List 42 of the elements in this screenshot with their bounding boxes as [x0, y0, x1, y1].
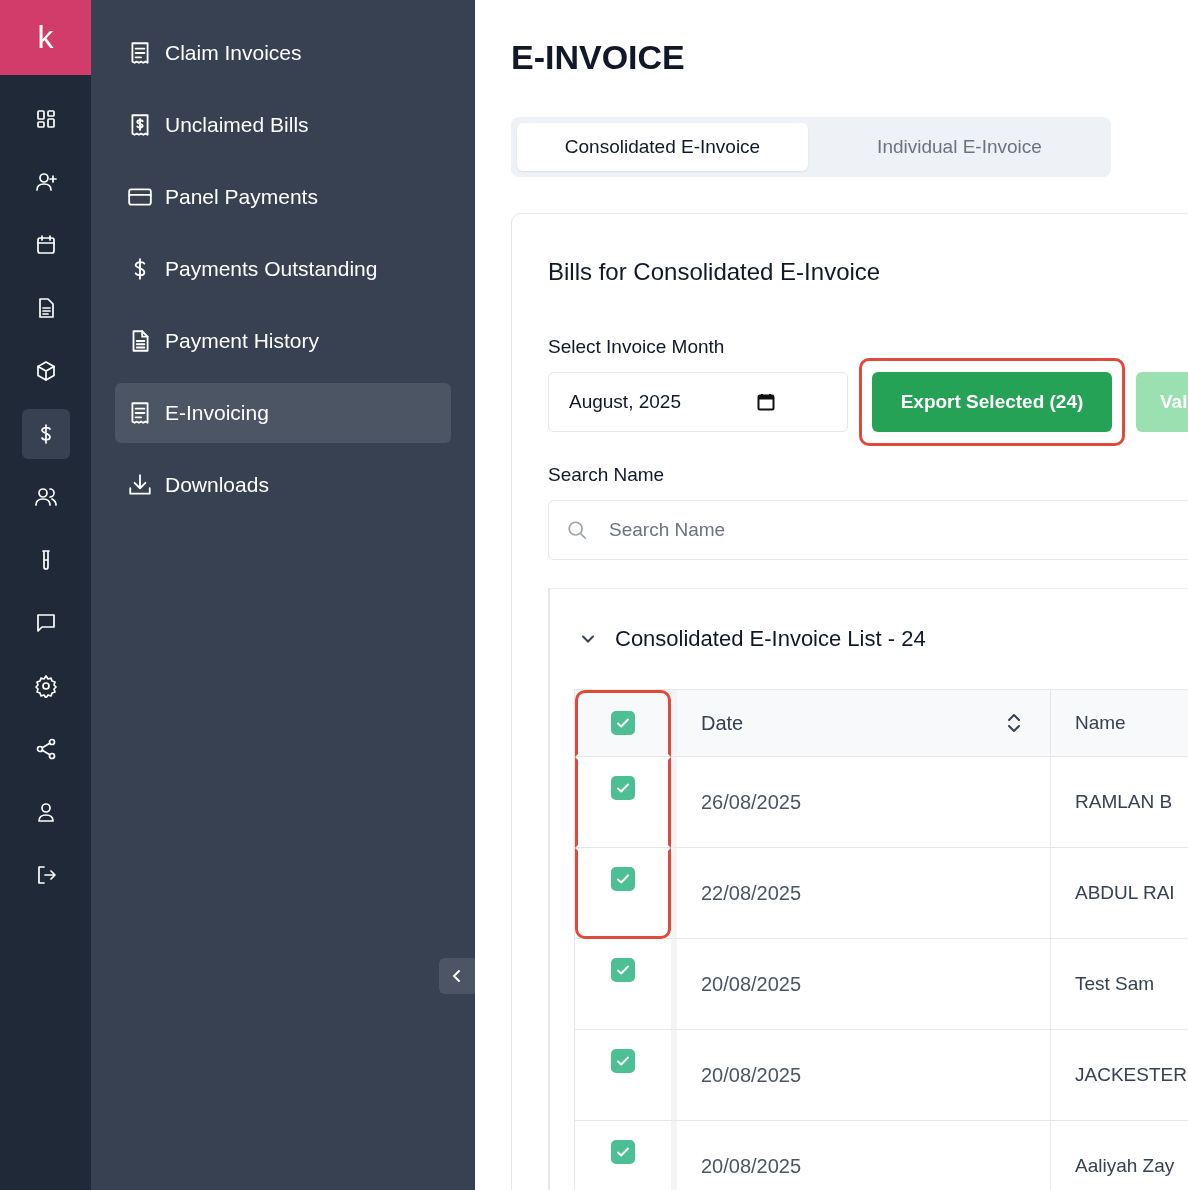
table-cell: 20/08/2025: [701, 972, 802, 996]
sidebar-item[interactable]: Payment History: [115, 311, 451, 371]
tab[interactable]: Consolidated E-Invoice: [517, 123, 808, 171]
page-title: E-INVOICE: [511, 38, 686, 78]
dollar-icon[interactable]: [21, 409, 70, 459]
row-checkbox[interactable]: [611, 776, 635, 800]
card-title: Bills for Consolidated E-Invoice: [548, 258, 882, 287]
row-checkbox[interactable]: [611, 1140, 635, 1164]
tab[interactable]: Individual E-Invoice: [814, 123, 1105, 171]
sidebar-item[interactable]: Downloads: [115, 455, 451, 515]
table-cell: 26/08/2025: [701, 790, 802, 814]
collapse-sidebar-button[interactable]: [439, 958, 475, 994]
sidebar-item[interactable]: Unclaimed Bills: [115, 95, 451, 155]
field-label: Search Name: [548, 464, 666, 486]
table-cell: RAMLAN B: [1075, 791, 1173, 813]
column-header: Date: [701, 711, 744, 735]
table-cell: 20/08/2025: [701, 1063, 802, 1087]
select-all-checkbox[interactable]: [611, 711, 635, 735]
sort-icon[interactable]: [1006, 712, 1022, 734]
table-cell: Aaliyah Zay: [1075, 1155, 1175, 1177]
sidebar-item[interactable]: Panel Payments: [115, 167, 451, 227]
table-cell: JACKESTER: [1075, 1064, 1187, 1086]
search-field[interactable]: Search Name: [548, 500, 1188, 560]
table-cell: 20/08/2025: [701, 1154, 802, 1178]
column-header: Name: [1075, 712, 1126, 734]
row-checkbox[interactable]: [611, 867, 635, 891]
field-label: Select Invoice Month: [548, 336, 726, 358]
table-cell: ABDUL RAI: [1075, 882, 1175, 904]
row-checkbox[interactable]: [611, 958, 635, 982]
calendar-icon: [757, 393, 775, 411]
month-field[interactable]: August, 2025: [548, 372, 848, 432]
logo-letter: k: [37, 19, 54, 56]
sidebar-item[interactable]: Claim Invoices: [115, 23, 451, 83]
download-icon: [127, 472, 153, 498]
chevron-left-icon: [451, 969, 463, 983]
table-cell: 22/08/2025: [701, 881, 802, 905]
sidebar-item[interactable]: Payments Outstanding: [115, 239, 451, 299]
search-icon: [566, 519, 588, 541]
sidebar-item[interactable]: E-Invoicing: [115, 383, 451, 443]
row-checkbox[interactable]: [611, 1049, 635, 1073]
table-cell: Test Sam: [1075, 973, 1155, 995]
list-title: Consolidated E-Invoice List - 24: [615, 626, 926, 652]
